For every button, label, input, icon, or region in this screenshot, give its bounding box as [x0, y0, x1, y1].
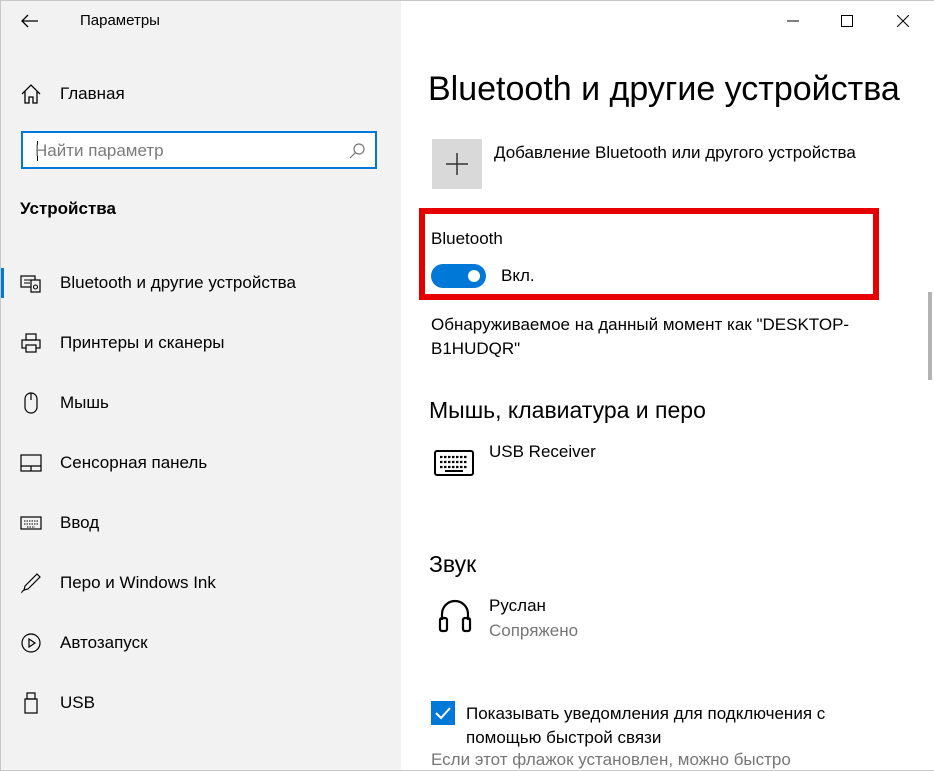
sidebar-item-label: Bluetooth и другие устройства [60, 273, 296, 292]
sidebar-item-touchpad[interactable]: Сенсорная панель [0, 442, 401, 484]
home-label: Главная [60, 84, 125, 103]
headphones-icon [438, 599, 472, 633]
toggle-knob [468, 270, 480, 282]
maximize-icon [841, 15, 853, 27]
scrollbar[interactable] [928, 292, 932, 380]
active-indicator [0, 268, 4, 298]
minimize-button[interactable] [769, 0, 817, 42]
sidebar-item-autoplay[interactable]: Автозапуск [0, 622, 401, 664]
touchpad-icon [20, 454, 42, 472]
back-arrow-icon [21, 14, 38, 28]
sidebar-item-label: Сенсорная панель [60, 453, 208, 472]
mouse-icon [24, 392, 38, 414]
device-name: USB Receiver [489, 442, 596, 461]
sidebar-item-usb[interactable]: USB [0, 682, 401, 724]
bluetooth-toggle[interactable] [431, 264, 486, 288]
main-content: Bluetooth и другие устройства Добавление… [401, 0, 934, 770]
notifications-checkbox-label[interactable]: Показывать уведомления для подключения с… [466, 702, 886, 750]
search-input[interactable] [35, 139, 335, 163]
usb-icon [24, 692, 38, 714]
section-heading: Устройства [20, 199, 116, 218]
sidebar: Параметры Главная Устройства Bluetooth и… [0, 0, 401, 770]
sidebar-item-mouse[interactable]: Мышь [0, 382, 401, 424]
sidebar-item-typing[interactable]: Ввод [0, 502, 401, 544]
device-status: Сопряжено [489, 621, 579, 640]
highlight-frame [419, 208, 879, 300]
add-device-label[interactable]: Добавление Bluetooth или другого устройс… [494, 143, 856, 163]
section-heading-input-devices: Мышь, клавиатура и перо [429, 397, 706, 423]
printer-icon [21, 333, 41, 353]
plus-icon [446, 153, 468, 175]
sidebar-item-label: Автозапуск [60, 633, 148, 652]
sidebar-item-bluetooth[interactable]: Bluetooth и другие устройства [0, 262, 401, 304]
app-title: Параметры [80, 12, 160, 29]
section-heading-audio: Звук [429, 551, 477, 577]
sidebar-item-pen[interactable]: Перо и Windows Ink [0, 562, 401, 604]
notifications-checkbox[interactable] [431, 701, 455, 725]
sidebar-item-label: USB [60, 693, 95, 712]
keyboard-icon [20, 516, 42, 530]
notifications-description: Если этот флажок установлен, можно быстр… [431, 750, 791, 769]
close-icon [897, 15, 909, 27]
keyboard-icon [434, 450, 474, 476]
maximize-button[interactable] [823, 0, 871, 42]
sidebar-item-label: Перо и Windows Ink [60, 573, 216, 592]
device-name: Руслан [489, 596, 546, 615]
back-button[interactable] [14, 6, 46, 36]
bluetooth-label: Bluetooth [431, 229, 503, 248]
page-title: Bluetooth и другие устройства [428, 70, 900, 108]
close-button[interactable] [879, 0, 927, 42]
sidebar-item-label: Принтеры и сканеры [60, 333, 225, 352]
sidebar-item-printers[interactable]: Принтеры и сканеры [0, 322, 401, 364]
discoverable-text: Обнаруживаемое на данный момент как "DES… [431, 315, 850, 358]
search-box[interactable] [21, 131, 377, 169]
checkmark-icon [435, 707, 451, 720]
search-icon[interactable] [347, 141, 367, 161]
home-icon [21, 84, 41, 104]
toggle-state-label: Вкл. [501, 266, 535, 285]
autoplay-icon [21, 633, 41, 653]
home-nav-item[interactable]: Главная [20, 80, 125, 108]
sidebar-item-label: Ввод [60, 513, 100, 532]
minimize-icon [787, 20, 799, 22]
bluetooth-devices-icon [20, 275, 41, 293]
add-device-button[interactable] [432, 139, 482, 189]
pen-icon [21, 573, 41, 594]
sidebar-item-label: Мышь [60, 393, 109, 412]
